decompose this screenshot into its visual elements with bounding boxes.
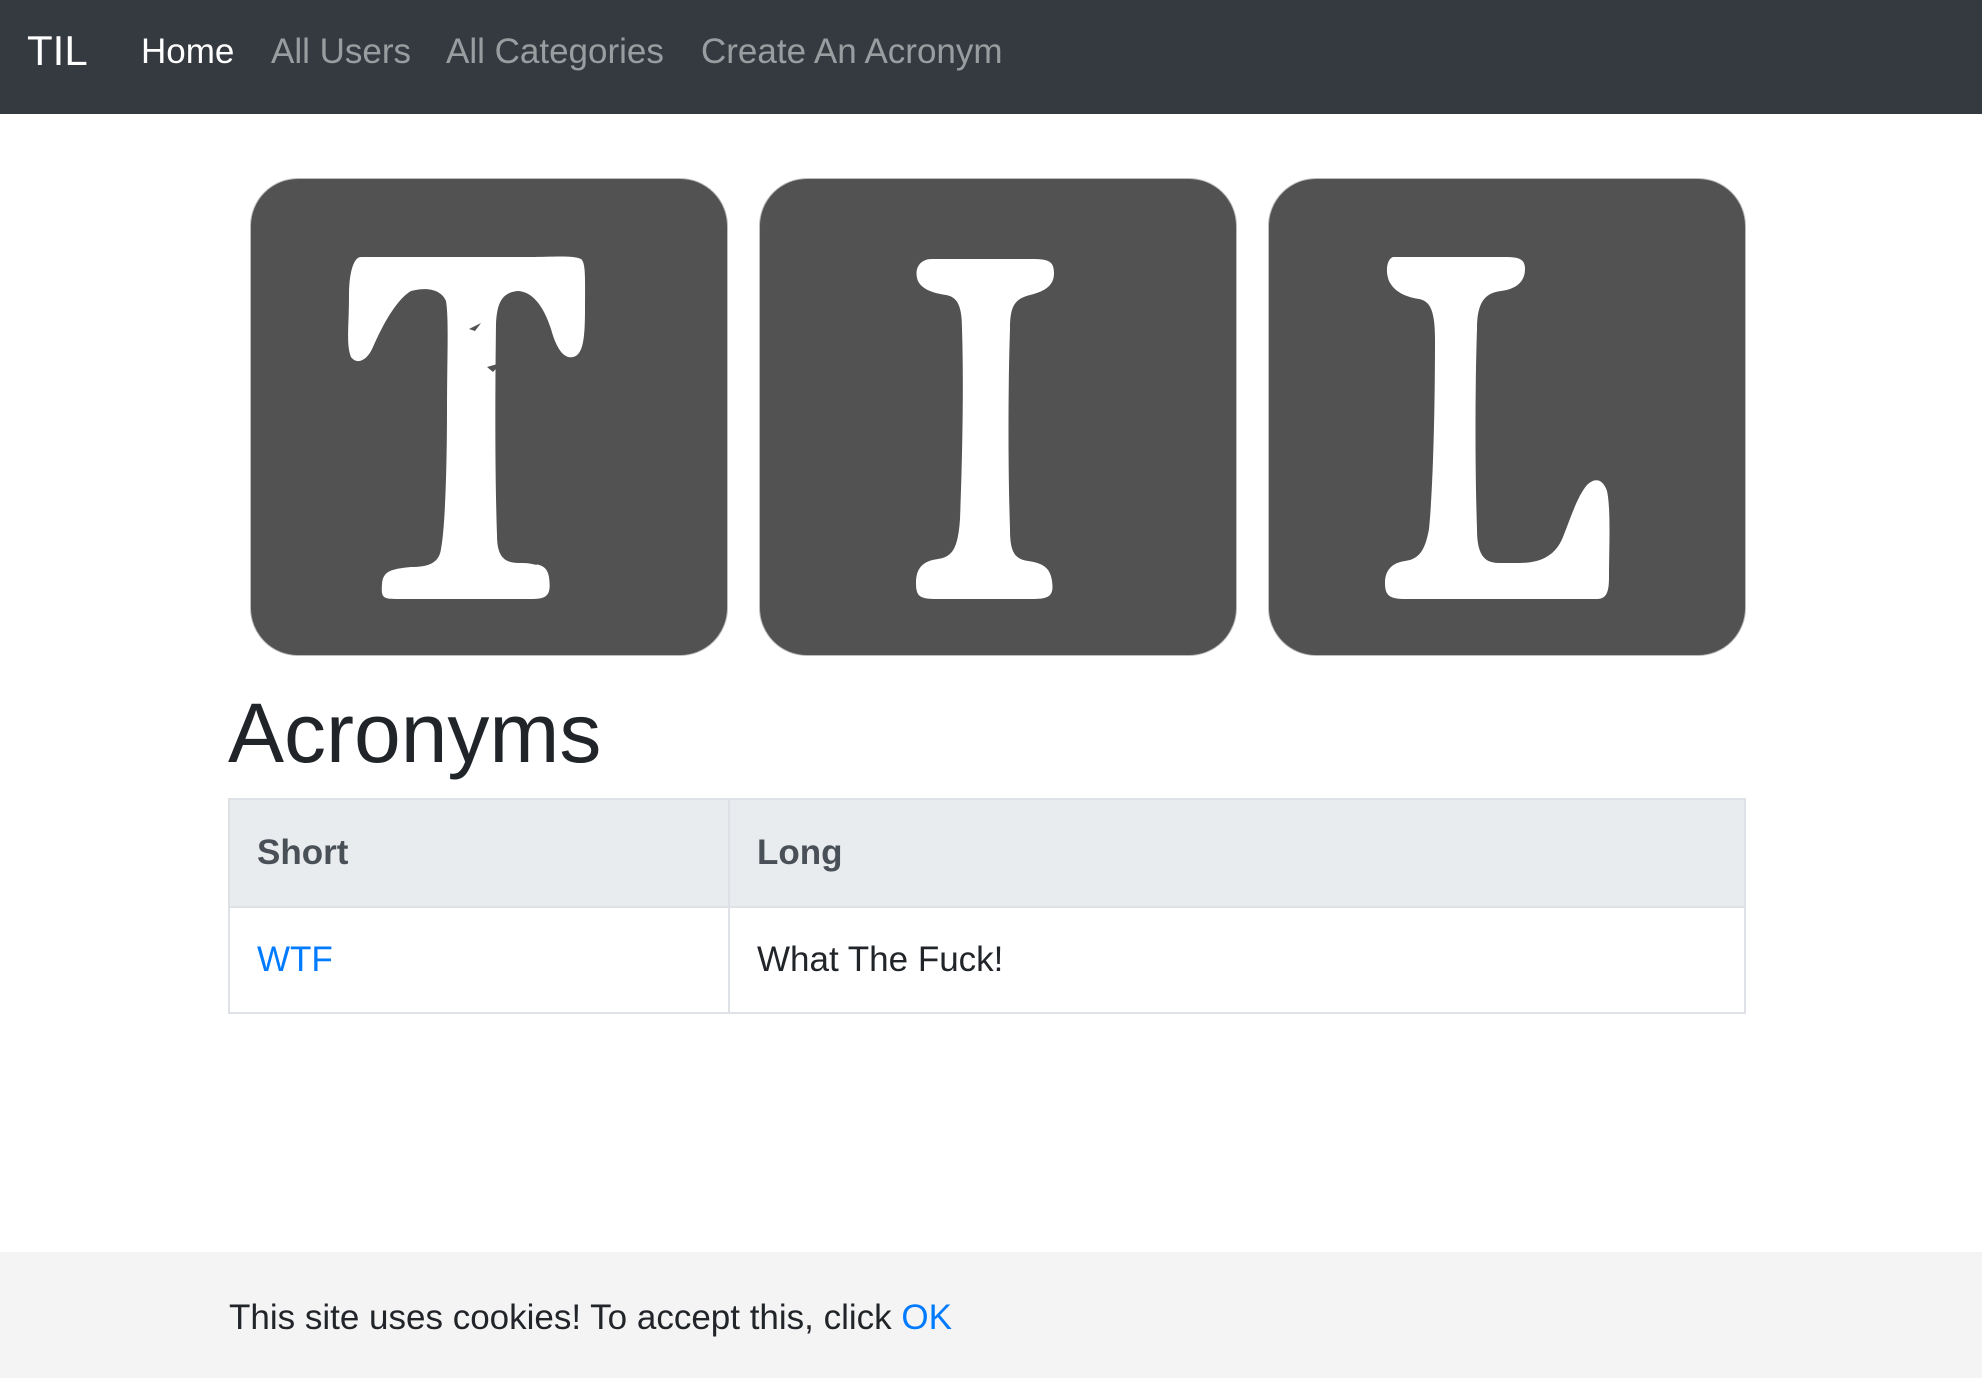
acronyms-table: Short Long WTF What The Fuck! (228, 798, 1746, 1014)
acronym-short-link[interactable]: WTF (257, 940, 333, 979)
nav-link-all-users[interactable]: All Users (271, 31, 411, 73)
cookie-message: This site uses cookies! To accept this, … (229, 1297, 952, 1339)
nav-link-all-categories[interactable]: All Categories (446, 31, 664, 73)
brand-link[interactable]: TIL (27, 26, 88, 76)
column-header-long: Long (728, 798, 1746, 908)
nav-link-home[interactable]: Home (141, 31, 234, 73)
logo-letter-i (916, 259, 1054, 599)
til-logo (250, 178, 1747, 658)
cookie-accept-link[interactable]: OK (901, 1298, 952, 1337)
cookie-message-text: This site uses cookies! To accept this, … (229, 1298, 892, 1337)
column-header-short: Short (228, 798, 730, 908)
acronym-long-cell: What The Fuck! (728, 906, 1746, 1014)
logo-letter-t (348, 256, 586, 599)
navbar: TIL Home All Users All Categories Create… (0, 0, 1982, 114)
logo-tile-i (759, 178, 1237, 656)
logo-tile-t (250, 178, 728, 656)
table-header-row: Short Long (228, 798, 1746, 908)
page-title: Acronyms (228, 686, 602, 780)
logo-letter-l (1385, 257, 1610, 599)
logo-tile-l (1268, 178, 1746, 656)
acronym-short-cell: WTF (228, 906, 730, 1014)
nav-link-create-acronym[interactable]: Create An Acronym (701, 31, 1003, 73)
table-row: WTF What The Fuck! (228, 906, 1746, 1014)
